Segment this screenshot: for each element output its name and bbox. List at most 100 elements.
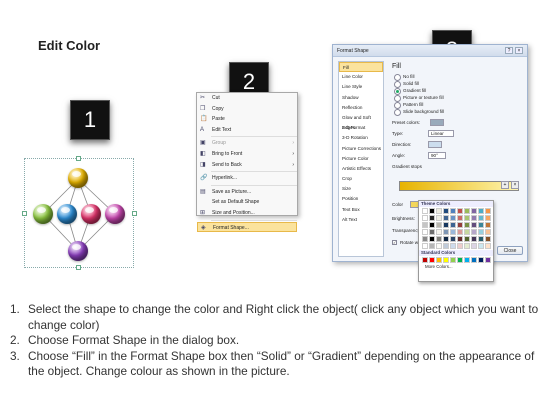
standard-color-swatch[interactable] [422, 257, 428, 263]
category-item-fill[interactable]: Fill [339, 62, 383, 73]
theme-color-swatch[interactable] [457, 215, 463, 221]
category-item-picture-color[interactable]: Picture Color [339, 154, 383, 164]
theme-color-swatch[interactable] [478, 236, 484, 242]
theme-color-swatch[interactable] [450, 243, 456, 249]
theme-color-swatch[interactable] [478, 208, 484, 214]
theme-color-swatch[interactable] [471, 208, 477, 214]
category-item-glow-and-soft-edges[interactable]: Glow and Soft Edges [339, 113, 383, 130]
ball-shape-green[interactable] [33, 204, 53, 224]
ball-shape-pink[interactable] [105, 204, 125, 224]
menu-item-group[interactable]: ▣ Group › [197, 138, 297, 149]
theme-color-swatch[interactable] [485, 222, 491, 228]
theme-color-swatch[interactable] [436, 222, 442, 228]
theme-color-swatch[interactable] [450, 229, 456, 235]
menu-item-save-as-picture[interactable]: ▤ Save as Picture... [197, 187, 297, 198]
standard-color-swatch[interactable] [457, 257, 463, 263]
theme-color-swatch[interactable] [450, 222, 456, 228]
theme-color-swatch[interactable] [450, 236, 456, 242]
type-dropdown[interactable]: Linear [428, 130, 454, 137]
theme-color-swatch[interactable] [478, 222, 484, 228]
category-item-reflection[interactable]: Reflection [339, 103, 383, 113]
theme-color-swatch[interactable] [471, 243, 477, 249]
ball-shape-red[interactable] [81, 204, 101, 224]
angle-input[interactable]: 90° [428, 152, 446, 159]
standard-color-swatch[interactable] [485, 257, 491, 263]
direction-dropdown[interactable] [428, 141, 442, 148]
help-icon[interactable]: ? [505, 47, 513, 54]
category-item-3-d-rotation[interactable]: 3-D Rotation [339, 133, 383, 143]
theme-color-swatch[interactable] [429, 208, 435, 214]
theme-color-swatch[interactable] [443, 215, 449, 221]
category-item-artistic-effects[interactable]: Artistic Effects [339, 164, 383, 174]
theme-color-swatch[interactable] [436, 236, 442, 242]
fill-option-gradient-fill[interactable]: Gradient fill [392, 87, 525, 95]
theme-color-swatch[interactable] [443, 236, 449, 242]
standard-color-swatch[interactable] [429, 257, 435, 263]
category-item-line-color[interactable]: Line Color [339, 72, 383, 82]
theme-color-swatch[interactable] [464, 215, 470, 221]
theme-color-swatch[interactable] [436, 243, 442, 249]
rotate-checkbox[interactable]: ✓ [392, 240, 397, 245]
theme-color-swatch[interactable] [478, 215, 484, 221]
theme-color-swatch[interactable] [471, 215, 477, 221]
theme-color-swatch[interactable] [443, 229, 449, 235]
selection-handle[interactable] [132, 211, 137, 216]
theme-color-swatch[interactable] [464, 208, 470, 214]
theme-color-swatch[interactable] [485, 208, 491, 214]
theme-color-swatch[interactable] [422, 229, 428, 235]
add-stop-icon[interactable]: + [501, 181, 509, 189]
category-item-position[interactable]: Position [339, 194, 383, 204]
theme-color-swatch[interactable] [457, 222, 463, 228]
theme-color-swatch[interactable] [485, 236, 491, 242]
theme-color-swatch[interactable] [450, 215, 456, 221]
theme-color-swatch[interactable] [443, 222, 449, 228]
remove-stop-icon[interactable]: × [511, 181, 519, 189]
theme-color-swatch[interactable] [464, 236, 470, 242]
theme-color-swatch[interactable] [464, 222, 470, 228]
menu-item-send-to-back[interactable]: ◨ Send to Back › [197, 160, 297, 171]
menu-item-set-as-default-shape[interactable]: Set as Default Shape [197, 197, 297, 208]
more-colors-option[interactable]: More Colors... [419, 264, 493, 270]
theme-color-swatch[interactable] [443, 208, 449, 214]
menu-item-edit-text[interactable]: A Edit Text [197, 125, 297, 136]
theme-color-swatch[interactable] [478, 229, 484, 235]
theme-color-swatch[interactable] [457, 208, 463, 214]
category-item-line-style[interactable]: Line Style [339, 82, 383, 92]
theme-color-swatch[interactable] [478, 243, 484, 249]
menu-item-bring-to-front[interactable]: ◧ Bring to Front › [197, 149, 297, 160]
category-item-alt-text[interactable]: Alt Text [339, 215, 383, 225]
selection-handle[interactable] [76, 156, 81, 161]
menu-item-cut[interactable]: ✂ Cut [197, 93, 297, 104]
menu-item-format-shape[interactable]: ◈ Format Shape... [197, 221, 297, 233]
fill-option-slide-background-fill[interactable]: Slide background fill [392, 108, 525, 116]
theme-color-swatch[interactable] [436, 208, 442, 214]
ball-shape-blue[interactable] [57, 204, 77, 224]
fill-option-pattern-fill[interactable]: Pattern fill [392, 101, 525, 109]
theme-color-swatch[interactable] [429, 236, 435, 242]
fill-option-solid-fill[interactable]: Solid fill [392, 80, 525, 88]
theme-color-swatch[interactable] [422, 236, 428, 242]
selection-handle[interactable] [76, 265, 81, 270]
theme-color-swatch[interactable] [429, 222, 435, 228]
ball-shape-top[interactable] [68, 168, 88, 188]
category-item-3-d-format[interactable]: 3-D Format [339, 123, 383, 133]
theme-color-swatch[interactable] [443, 243, 449, 249]
preset-colors-dropdown[interactable] [430, 119, 444, 126]
theme-color-swatch[interactable] [457, 243, 463, 249]
close-icon[interactable]: × [515, 47, 523, 54]
shape-diagram[interactable] [22, 156, 137, 270]
theme-color-swatch[interactable] [464, 243, 470, 249]
fill-option-no-fill[interactable]: No fill [392, 73, 525, 81]
standard-color-swatch[interactable] [443, 257, 449, 263]
theme-color-swatch[interactable] [450, 208, 456, 214]
theme-color-swatch[interactable] [457, 236, 463, 242]
category-item-picture-corrections[interactable]: Picture Corrections [339, 144, 383, 154]
theme-color-swatch[interactable] [464, 229, 470, 235]
standard-color-swatch[interactable] [436, 257, 442, 263]
theme-color-swatch[interactable] [422, 243, 428, 249]
close-button[interactable]: Close [497, 246, 523, 255]
category-item-size[interactable]: Size [339, 184, 383, 194]
ball-shape-bottom[interactable] [68, 241, 88, 261]
fill-option-picture-or-texture-fill[interactable]: Picture or texture fill [392, 94, 525, 102]
selection-handle[interactable] [22, 211, 27, 216]
